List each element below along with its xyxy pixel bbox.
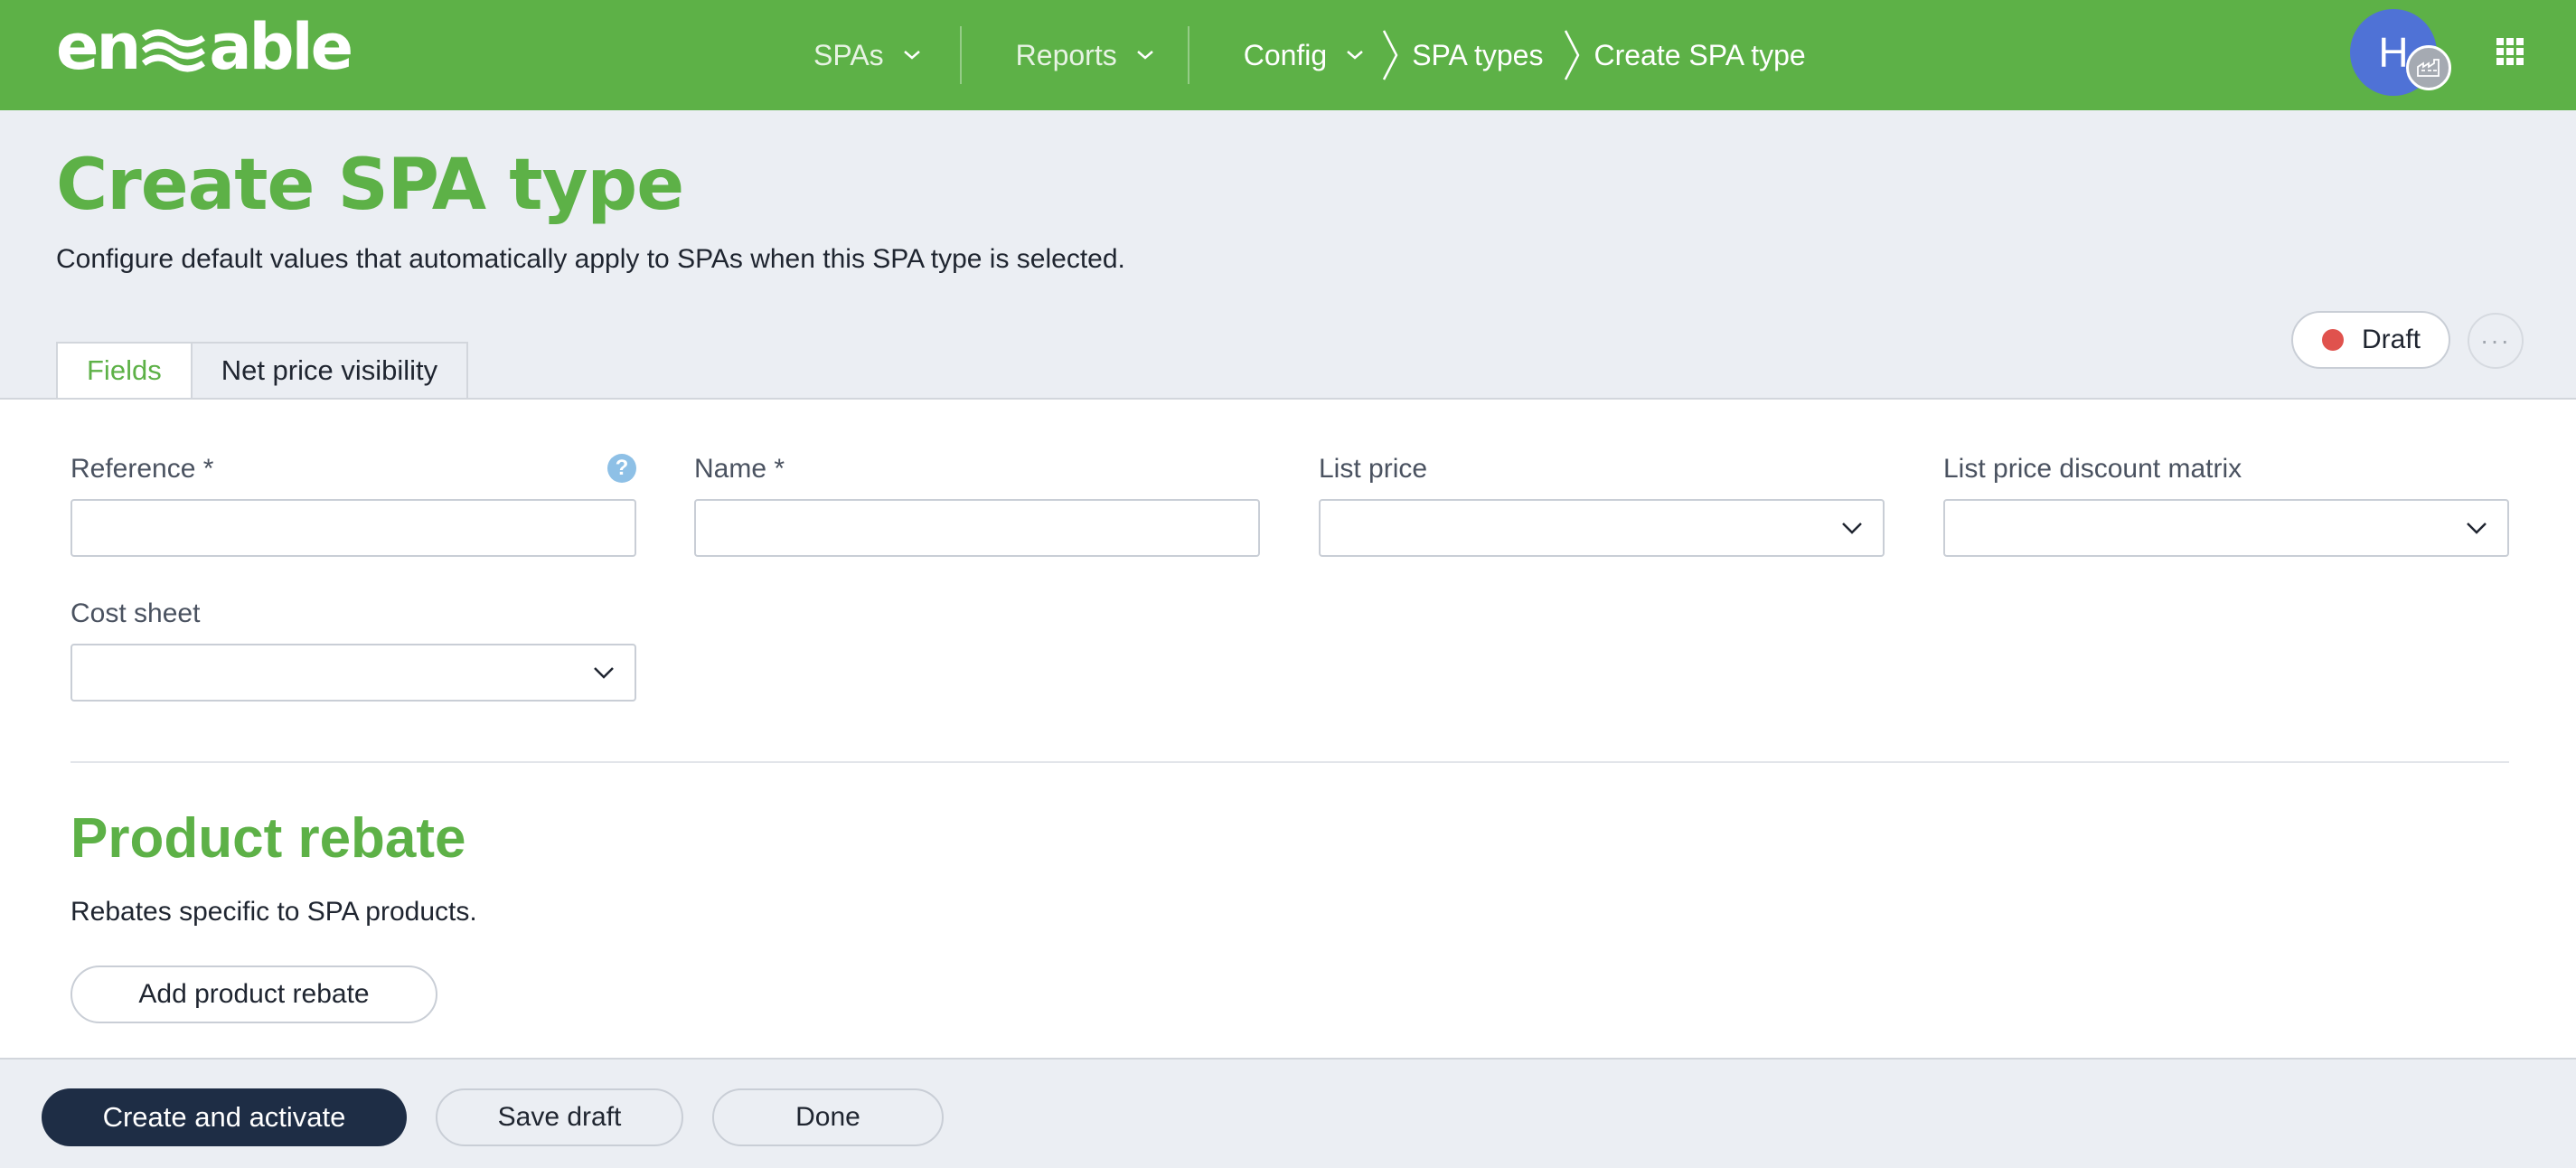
list-price-select[interactable]: [1319, 499, 1885, 557]
add-product-rebate-label: Add product rebate: [138, 979, 370, 1009]
page-subtitle: Configure default values that automatica…: [56, 244, 1125, 274]
nav-reports-label: Reports: [1015, 38, 1117, 71]
breadcrumb-arrow-icon: [1383, 30, 1398, 80]
done-label: Done: [795, 1102, 860, 1132]
nav-spas[interactable]: SPAs: [813, 39, 922, 72]
more-options-button[interactable]: ···: [2468, 313, 2524, 369]
product-rebate-description: Rebates specific to SPA products.: [71, 897, 477, 927]
reference-label: Reference *: [71, 454, 214, 484]
top-bar: en able SPAs Reports Config SPA types Cre…: [0, 0, 2576, 110]
page-title: Create SPA type: [56, 145, 684, 226]
tab-fields[interactable]: Fields: [56, 342, 193, 400]
logo-wave-icon: [142, 29, 206, 72]
tab-fields-label: Fields: [87, 354, 162, 386]
caret-down-icon: [594, 667, 614, 679]
nav-divider: [959, 26, 962, 84]
ellipsis-icon: ···: [2480, 326, 2511, 354]
save-draft-button[interactable]: Save draft: [436, 1088, 683, 1146]
caret-down-icon: [2467, 523, 2487, 534]
save-draft-label: Save draft: [497, 1102, 622, 1132]
fields-panel: Reference * ? Name * List price List pri…: [0, 398, 2576, 1058]
status-badge[interactable]: Draft: [2291, 311, 2450, 369]
create-and-activate-button[interactable]: Create and activate: [42, 1088, 407, 1146]
cost-sheet-select[interactable]: [71, 644, 636, 702]
logo-part: en: [56, 10, 141, 84]
footer-action-bar: Create and activate Save draft Done: [0, 1058, 2576, 1168]
name-label: Name *: [694, 454, 785, 484]
factory-icon: [2406, 45, 2451, 90]
enable-logo[interactable]: en able: [56, 10, 353, 84]
breadcrumb-spa-types[interactable]: SPA types: [1412, 39, 1543, 72]
factory-icon-glyph: [2417, 59, 2440, 77]
cost-sheet-label: Cost sheet: [71, 598, 201, 628]
reference-input[interactable]: [71, 499, 636, 557]
done-button[interactable]: Done: [712, 1088, 944, 1146]
name-input[interactable]: [694, 499, 1260, 557]
status-dot-icon: [2322, 329, 2344, 351]
breadcrumb-spa-types-label: SPA types: [1412, 38, 1544, 71]
add-product-rebate-button[interactable]: Add product rebate: [71, 965, 437, 1023]
nav-reports[interactable]: Reports: [1016, 39, 1155, 72]
breadcrumb-current: Create SPA type: [1594, 39, 1805, 72]
avatar-initial: H: [2378, 29, 2409, 76]
list-price-label: List price: [1319, 454, 1428, 484]
nav-config[interactable]: Config: [1244, 39, 1366, 72]
list-price-discount-matrix-label: List price discount matrix: [1943, 454, 2242, 484]
chevron-down-icon: [1347, 51, 1364, 60]
list-price-discount-matrix-select[interactable]: [1943, 499, 2509, 557]
create-and-activate-label: Create and activate: [102, 1101, 346, 1133]
tab-bar: Fields Net price visibility: [56, 342, 469, 400]
breadcrumb-current-label: Create SPA type: [1594, 38, 1806, 71]
chevron-down-icon: [903, 51, 920, 60]
tab-net-price-visibility-label: Net price visibility: [221, 354, 438, 386]
product-rebate-title: Product rebate: [71, 807, 466, 870]
nav-spas-label: SPAs: [813, 38, 884, 71]
logo-part: able: [209, 10, 353, 84]
apps-grid-icon[interactable]: [2496, 38, 2524, 65]
help-glyph: ?: [615, 456, 629, 480]
status-label: Draft: [2362, 325, 2421, 354]
help-icon[interactable]: ?: [607, 454, 636, 483]
caret-down-icon: [1842, 523, 1862, 534]
nav-divider: [1187, 26, 1189, 84]
chevron-down-icon: [1136, 51, 1153, 60]
section-divider: [71, 761, 2509, 763]
tab-net-price-visibility[interactable]: Net price visibility: [192, 342, 469, 400]
nav-config-label: Config: [1243, 38, 1328, 71]
breadcrumb-arrow-icon: [1565, 30, 1580, 80]
main-nav: SPAs Reports Config SPA types Create SPA…: [813, 0, 1806, 110]
